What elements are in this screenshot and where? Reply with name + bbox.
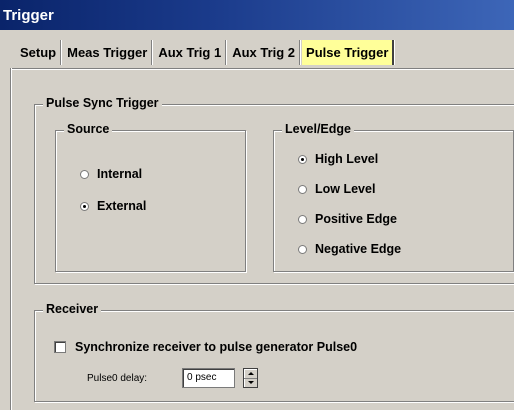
tab-pulse-trigger[interactable]: Pulse Trigger xyxy=(302,40,395,65)
level-high-radio[interactable] xyxy=(298,154,307,164)
level-high-option[interactable]: High Level xyxy=(298,152,378,166)
level-low-radio[interactable] xyxy=(298,184,307,194)
spin-down-arrow-icon xyxy=(247,381,254,384)
tab-panel-left-border xyxy=(10,68,11,410)
receiver-group: Receiver xyxy=(34,302,514,402)
positive-edge-label: Positive Edge xyxy=(315,212,397,226)
positive-edge-radio[interactable] xyxy=(298,214,307,224)
sync-receiver-checkbox[interactable] xyxy=(54,341,66,353)
source-external-option[interactable]: External xyxy=(80,199,146,213)
level-high-label: High Level xyxy=(315,152,379,166)
spin-down-button[interactable] xyxy=(244,378,257,387)
source-internal-label: Internal xyxy=(97,167,143,181)
tab-aux-trig-1[interactable]: Aux Trig 1 xyxy=(154,40,227,65)
sync-receiver-label: Synchronize receiver to pulse generator … xyxy=(75,340,358,354)
spin-up-arrow-icon xyxy=(247,372,254,375)
source-internal-radio[interactable] xyxy=(80,169,89,179)
pulse0-delay-input[interactable]: 0 psec xyxy=(182,368,235,388)
negative-edge-radio[interactable] xyxy=(298,244,307,254)
tab-aux-trig-2[interactable]: Aux Trig 2 xyxy=(228,40,301,65)
pulse-sync-trigger-label: Pulse Sync Trigger xyxy=(43,96,162,110)
tab-meas-trigger[interactable]: Meas Trigger xyxy=(63,40,153,65)
pulse0-delay-label: Pulse0 delay: xyxy=(87,373,148,384)
source-external-radio[interactable] xyxy=(80,201,89,211)
sync-receiver-option[interactable]: Synchronize receiver to pulse generator … xyxy=(54,340,357,354)
tab-panel-top-border xyxy=(10,68,514,70)
tab-setup[interactable]: Setup xyxy=(16,40,62,65)
window-titlebar: Trigger xyxy=(0,0,514,30)
pulse0-delay-spinner[interactable] xyxy=(243,368,258,388)
level-edge-group-label: Level/Edge xyxy=(282,122,354,136)
source-group-label: Source xyxy=(64,122,113,136)
level-low-option[interactable]: Low Level xyxy=(298,182,375,196)
negative-edge-label: Negative Edge xyxy=(315,242,402,256)
source-external-label: External xyxy=(97,199,147,213)
tab-strip: Setup Meas Trigger Aux Trig 1 Aux Trig 2… xyxy=(16,40,396,65)
positive-edge-option[interactable]: Positive Edge xyxy=(298,212,397,226)
negative-edge-option[interactable]: Negative Edge xyxy=(298,242,401,256)
window-title: Trigger xyxy=(3,7,54,24)
receiver-group-label: Receiver xyxy=(43,302,102,316)
source-internal-option[interactable]: Internal xyxy=(80,167,142,181)
level-low-label: Low Level xyxy=(315,182,376,196)
